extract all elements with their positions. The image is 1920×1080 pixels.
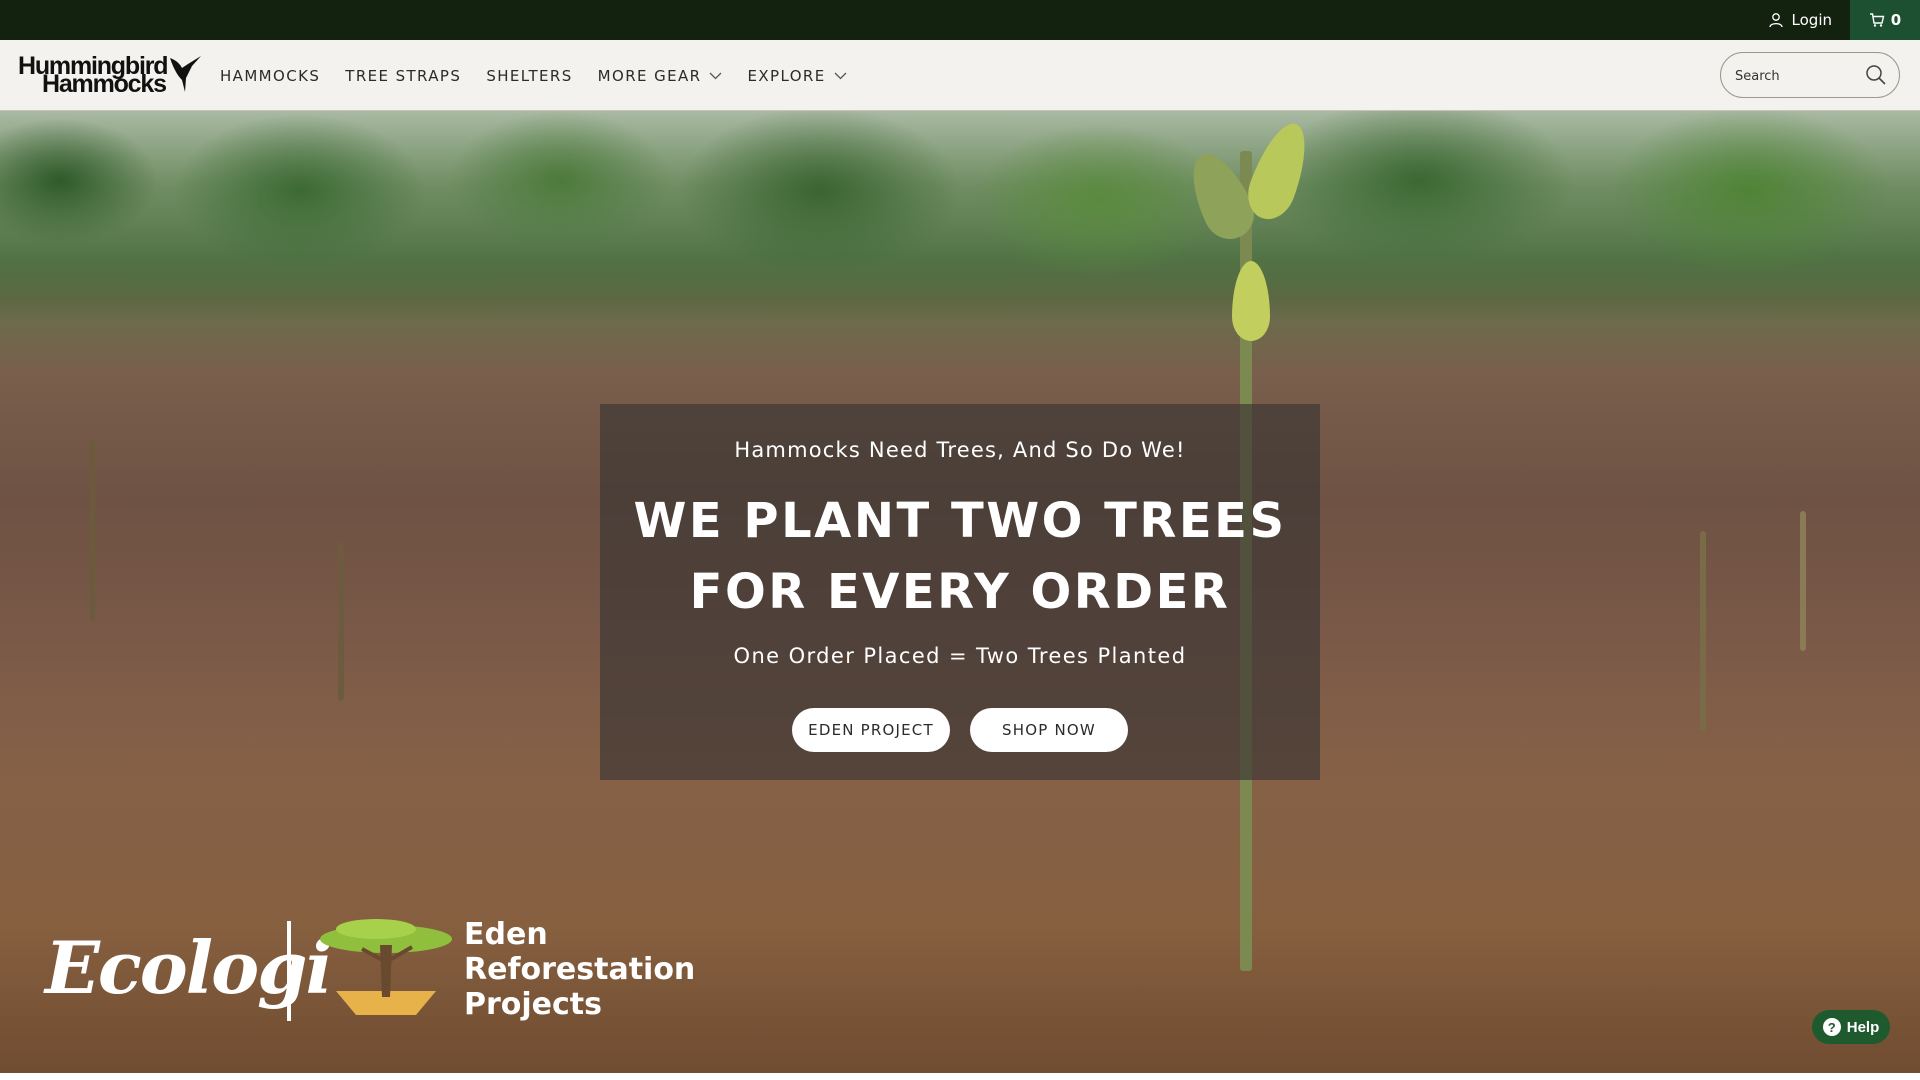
question-icon: ? [1822,1018,1841,1036]
hummingbird-icon [170,56,201,92]
hero-pretitle: Hammocks Need Trees, And So Do We! [734,438,1186,462]
login-label: Login [1791,11,1832,29]
help-button[interactable]: ? Help [1812,1010,1890,1044]
hero-background-trees [0,111,1920,301]
eden-tree-icon [320,919,452,1015]
nav-label: MORE GEAR [597,66,702,85]
nav-label: TREE STRAPS [345,66,462,85]
logo-line2: Hammocks [42,70,167,98]
top-bar: Login 0 [0,0,1920,40]
sapling-stem [1800,511,1806,651]
sapling-stem [90,441,95,621]
hero-banner: Hammocks Need Trees, And So Do We! WE PL… [0,111,1920,1073]
main-nav: HAMMOCKS TREE STRAPS SHELTERS MORE GEAR … [220,40,872,111]
nav-label: SHELTERS [486,66,573,85]
eden-line3: Projects [464,987,603,1022]
chevron-down-icon [834,72,847,79]
hero-overlay-card: Hammocks Need Trees, And So Do We! WE PL… [600,404,1320,780]
search-icon[interactable] [1865,64,1887,86]
nav-label: EXPLORE [747,66,826,85]
nav-shelters[interactable]: SHELTERS [486,67,572,85]
logo-divider [287,921,291,1021]
login-link[interactable]: Login [1768,0,1832,40]
nav-explore[interactable]: EXPLORE [747,66,847,85]
sapling-stem [338,541,344,701]
cart-count: 0 [1890,11,1902,29]
cart-icon [1869,13,1885,27]
hero-headline-line2: FOR EVERY ORDER [689,564,1231,620]
hero-headline: WE PLANT TWO TREES FOR EVERY ORDER [600,486,1320,628]
search-input[interactable] [1735,65,1863,87]
sapling-stem [1700,531,1706,731]
shop-now-button[interactable]: SHOP NOW [970,708,1128,752]
hero-headline-line1: WE PLANT TWO TREES [633,493,1287,549]
nav-more-gear[interactable]: MORE GEAR [598,67,723,85]
user-icon [1768,13,1783,28]
search-box [1720,52,1900,98]
site-logo[interactable]: Hummingbird Hammocks [18,54,201,98]
nav-hammocks[interactable]: HAMMOCKS [220,67,320,85]
help-label: Help [1846,1018,1880,1036]
eden-reforestation-text: Eden Reforestation Projects [464,917,695,1022]
page-bottom-strip [0,1073,1920,1080]
partner-logos: Ecologi Eden Reforestation Projects [40,911,695,1031]
nav-tree-straps[interactable]: TREE STRAPS [345,67,461,85]
hero-subtitle: One Order Placed = Two Trees Planted [733,644,1187,668]
eden-line1: Eden [464,917,548,952]
chevron-down-icon [710,72,722,79]
cart-button[interactable]: 0 [1850,0,1920,40]
site-header: Hummingbird Hammocks HAMMOCKS TREE STRAP… [0,40,1920,111]
eden-line2: Reforestation [464,952,696,987]
eden-project-button[interactable]: EDEN PROJECT [792,708,950,752]
nav-label: HAMMOCKS [220,66,321,85]
